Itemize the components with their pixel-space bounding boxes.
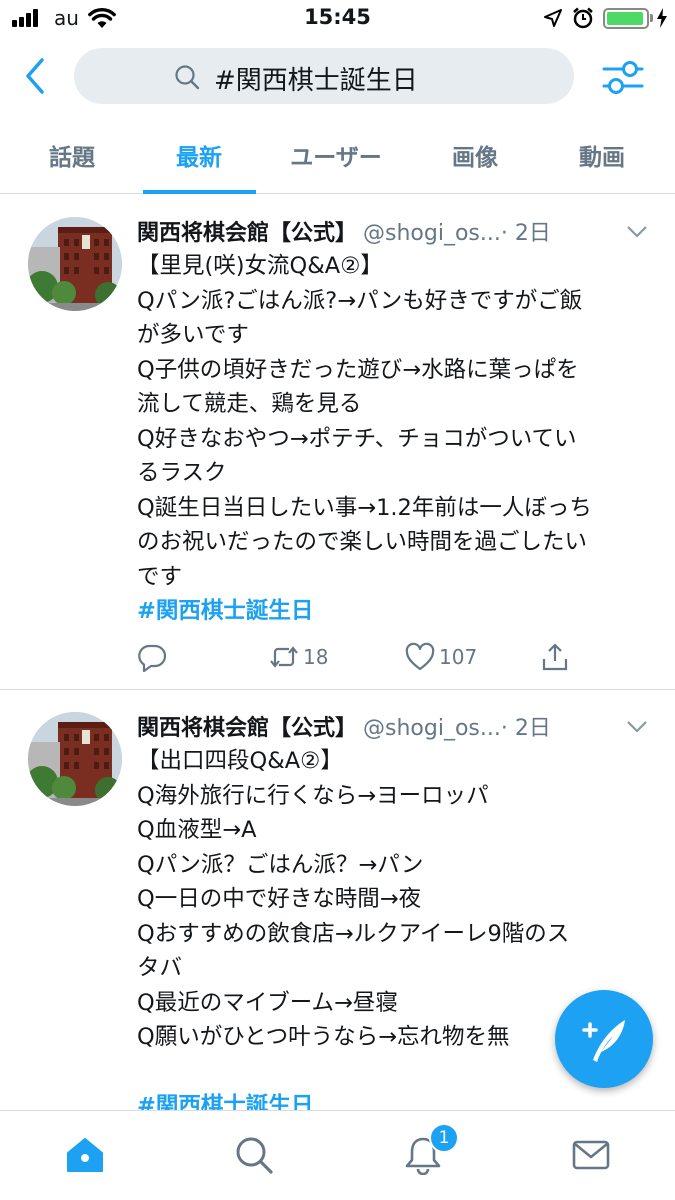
tweet-header: 関西将棋会館【公式】 @shogi_os...· 2日: [137, 710, 551, 742]
author-name[interactable]: 関西将棋会館【公式】: [137, 716, 357, 741]
compose-feather-icon: [582, 1020, 625, 1062]
reply-icon: [138, 644, 167, 672]
notification-badge: 1: [429, 1123, 459, 1153]
like-button[interactable]: 107: [405, 641, 477, 673]
alarm-clock-icon: [573, 7, 593, 29]
avatar[interactable]: [28, 217, 122, 311]
hashtag-link[interactable]: #関西棋士誕生日: [137, 1089, 652, 1110]
home-icon[interactable]: [65, 1135, 105, 1175]
tweet-line: Q誕生日当日したい事→1.2年前は一人ぼっち: [137, 494, 592, 521]
tweet-line: 流して競走、鶏を見る: [137, 391, 362, 417]
tweet-line: が多いです: [137, 322, 249, 348]
tweet-line: タバ: [137, 955, 183, 981]
battery-level: [607, 12, 643, 25]
tab-latest[interactable]: 最新: [149, 138, 249, 172]
tweet-line: です: [137, 563, 183, 590]
battery-cap: [650, 14, 653, 22]
author-handle: @shogi_os...: [363, 221, 501, 246]
tweet-line: Qおすすめの飲食店→ルクアイーレ9階のス: [137, 920, 570, 947]
tweet-line: Q子供の頃好きだった遊び→水路に葉っぱを: [137, 356, 579, 383]
tweet-line: Q海外旅行に行くなら→ヨーロッパ: [137, 782, 489, 809]
like-count: 107: [439, 645, 478, 669]
charging-bolt-icon: [657, 8, 667, 28]
status-bar: au 15:45: [0, 0, 675, 38]
tab-images[interactable]: 画像: [425, 138, 525, 172]
chevron-down-icon[interactable]: [626, 720, 648, 734]
location-arrow-icon: [544, 9, 562, 27]
heart-icon: [405, 642, 435, 671]
tweet-time: · 2日: [500, 716, 551, 741]
tweet-line: Q血液型→A: [137, 817, 257, 843]
building-photo-icon: [28, 712, 122, 806]
tweet-time: · 2日: [500, 221, 551, 246]
tweet[interactable]: 関西将棋会館【公式】 @shogi_os...· 2日 【里見(咲)女流Q&A②】…: [0, 195, 675, 690]
tweet-line: 【出口四段Q&A②】: [137, 748, 343, 774]
hashtag-link[interactable]: #関西棋士誕生日: [137, 594, 652, 629]
author-handle: @shogi_os...: [363, 716, 501, 741]
search-input[interactable]: #関西棋士誕生日: [74, 48, 574, 104]
tab-users[interactable]: ユーザー: [276, 138, 396, 172]
tweet-line: のお祝いだったので楽しい時間を過ごしたい: [137, 529, 588, 555]
tab-videos[interactable]: 動画: [552, 138, 652, 172]
tweet-line: Qパン派?ごはん派?→パンも好きですがご飯: [137, 287, 583, 314]
search-query: #関西棋士誕生日: [214, 66, 418, 96]
chevron-down-icon[interactable]: [626, 225, 648, 239]
tweet-line: Qパン派？ごはん派？→パン: [137, 851, 424, 878]
search-header: #関西棋士誕生日: [0, 38, 675, 118]
search-filter-icon[interactable]: [600, 56, 646, 98]
share-icon: [542, 643, 568, 671]
tweet-line: Q一日の中で好きな時間→夜: [137, 886, 422, 912]
tweet-line: Q好きなおやつ→ポテチ、チョコがついてい: [137, 425, 577, 452]
search-tabs: 話題 最新 ユーザー 画像 動画: [0, 118, 675, 194]
tab-top[interactable]: 話題: [22, 138, 122, 172]
search-icon: [175, 65, 200, 90]
tweet-header: 関西将棋会館【公式】 @shogi_os...· 2日: [137, 215, 551, 247]
author-name[interactable]: 関西将棋会館【公式】: [137, 221, 357, 246]
compose-tweet-button[interactable]: [555, 990, 653, 1088]
retweet-button[interactable]: 18: [269, 641, 328, 673]
building-photo-icon: [28, 217, 122, 311]
tweet-line: 【里見(咲)女流Q&A②】: [137, 253, 383, 279]
active-tab-indicator: [143, 190, 256, 194]
bottom-navigation: 1: [0, 1110, 675, 1200]
back-chevron-icon[interactable]: [18, 56, 52, 96]
avatar[interactable]: [28, 712, 122, 806]
reply-button[interactable]: [137, 641, 167, 673]
retweet-icon: [270, 646, 298, 668]
share-button[interactable]: [540, 641, 570, 673]
tweet-line: るラスク: [137, 460, 227, 486]
tweet-actions: 18 107: [137, 641, 637, 675]
tweet-text: 【里見(咲)女流Q&A②】 Qパン派?ごはん派?→パンも好きですがご飯 が多いで…: [137, 249, 652, 629]
messages-envelope-icon[interactable]: [571, 1135, 611, 1175]
battery-icon: [603, 8, 649, 29]
search-icon[interactable]: [234, 1135, 274, 1175]
retweet-count: 18: [303, 645, 329, 669]
